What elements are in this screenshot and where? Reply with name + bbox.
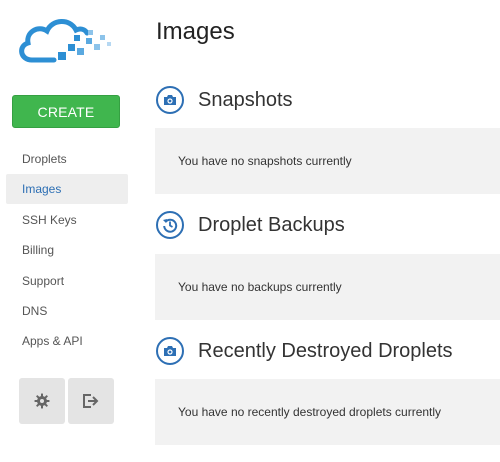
page-title: Images <box>156 18 235 45</box>
sidebar-item-billing[interactable]: Billing <box>6 235 128 265</box>
section-header-snapshots: Snapshots <box>156 83 293 117</box>
app: CREATE Droplets Images SSH Keys Billing … <box>0 0 500 462</box>
sidebar-item-droplets[interactable]: Droplets <box>6 144 128 174</box>
empty-message: You have no backups currently <box>178 280 342 294</box>
gear-icon <box>34 393 50 409</box>
empty-message: You have no recently destroyed droplets … <box>178 405 442 419</box>
camera-icon <box>156 86 184 114</box>
sidebar-item-apps-api[interactable]: Apps & API <box>6 326 128 356</box>
settings-button[interactable] <box>19 378 65 424</box>
destroyed-panel: You have no recently destroyed droplets … <box>155 379 500 445</box>
sidebar-item-images[interactable]: Images <box>6 174 128 205</box>
logout-button[interactable] <box>68 378 114 424</box>
sidebar: CREATE Droplets Images SSH Keys Billing … <box>0 0 140 462</box>
cloud-logo-icon <box>19 19 111 63</box>
backups-panel: You have no backups currently <box>155 254 500 320</box>
logout-icon <box>83 394 99 408</box>
sidebar-item-dns[interactable]: DNS <box>6 296 128 326</box>
section-title: Droplet Backups <box>198 213 345 236</box>
section-header-destroyed: Recently Destroyed Droplets <box>156 334 453 368</box>
main-content: Images Snapshots You have no snapshots c… <box>140 0 500 462</box>
sidebar-nav: Droplets Images SSH Keys Billing Support… <box>6 144 128 357</box>
sidebar-item-ssh-keys[interactable]: SSH Keys <box>6 205 128 235</box>
camera-icon <box>156 337 184 365</box>
snapshots-panel: You have no snapshots currently <box>155 128 500 194</box>
section-title: Snapshots <box>198 88 293 111</box>
section-title: Recently Destroyed Droplets <box>198 339 453 362</box>
history-icon <box>156 211 184 239</box>
logo[interactable] <box>14 8 114 72</box>
create-button[interactable]: CREATE <box>12 95 120 128</box>
section-header-backups: Droplet Backups <box>156 208 345 242</box>
sidebar-item-support[interactable]: Support <box>6 266 128 296</box>
empty-message: You have no snapshots currently <box>178 154 352 168</box>
